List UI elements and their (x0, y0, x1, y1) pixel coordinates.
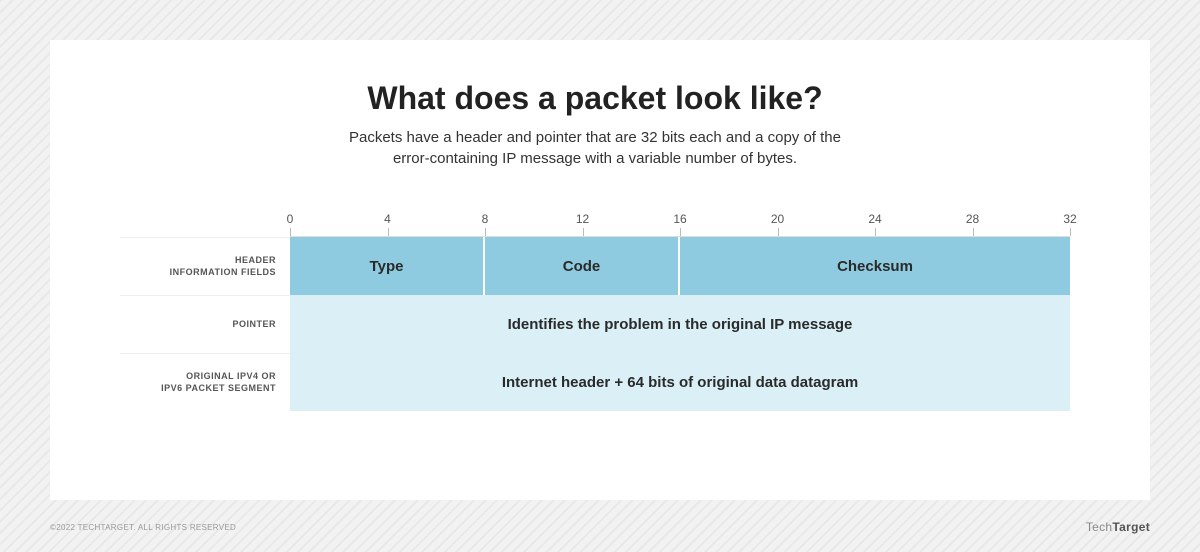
tick-mark (680, 228, 681, 236)
tick-label: 24 (868, 212, 881, 226)
diagram-card: What does a packet look like? Packets ha… (50, 40, 1150, 500)
subtitle-line-1: Packets have a header and pointer that a… (349, 129, 841, 146)
tick-label: 16 (673, 212, 686, 226)
row-label-original-segment: ORIGINAL IPV4 OR IPV6 PACKET SEGMENT (120, 353, 290, 411)
copyright-text: ©2022 TECHTARGET. ALL RIGHTS RESERVED (50, 523, 236, 532)
field-pointer: Identifies the problem in the original I… (290, 295, 1070, 353)
tick-mark (875, 228, 876, 236)
diagram-title: What does a packet look like? (120, 80, 1070, 117)
original-segment-row: Internet header + 64 bits of original da… (290, 353, 1070, 411)
packet-diagram: HEADER INFORMATION FIELDS POINTER ORIGIN… (120, 209, 1070, 411)
row-label-pointer: POINTER (120, 295, 290, 353)
pointer-row: Identifies the problem in the original I… (290, 295, 1070, 353)
tick-mark (1070, 228, 1071, 236)
tick-mark (485, 228, 486, 236)
tick-mark (583, 228, 584, 236)
tick-label: 4 (384, 212, 391, 226)
ruler-spacer (120, 209, 290, 237)
tick-label: 28 (966, 212, 979, 226)
tick-mark (290, 228, 291, 236)
tick-label: 12 (576, 212, 589, 226)
brand-text-bold: Target (1112, 520, 1150, 534)
field-code: Code (485, 237, 680, 295)
brand-logo: TechTarget (1086, 520, 1150, 534)
footer: ©2022 TECHTARGET. ALL RIGHTS RESERVED Te… (50, 520, 1150, 534)
field-checksum: Checksum (680, 237, 1070, 295)
row-label-header: HEADER INFORMATION FIELDS (120, 237, 290, 295)
tick-label: 0 (287, 212, 294, 226)
brand-text-light: Tech (1086, 520, 1113, 534)
field-original-data: Internet header + 64 bits of original da… (290, 353, 1070, 411)
header-fields-row: Type Code Checksum (290, 237, 1070, 295)
bit-layout-column: 0 4 8 12 16 20 24 28 32 Type (290, 209, 1070, 411)
tick-mark (388, 228, 389, 236)
tick-mark (973, 228, 974, 236)
field-type: Type (290, 237, 485, 295)
tick-mark (778, 228, 779, 236)
tick-label: 32 (1063, 212, 1076, 226)
row-labels-column: HEADER INFORMATION FIELDS POINTER ORIGIN… (120, 209, 290, 411)
tick-label: 8 (482, 212, 489, 226)
bit-ruler: 0 4 8 12 16 20 24 28 32 (290, 209, 1070, 237)
diagram-subtitle: Packets have a header and pointer that a… (120, 127, 1070, 169)
tick-label: 20 (771, 212, 784, 226)
subtitle-line-2: error-containing IP message with a varia… (393, 150, 797, 167)
